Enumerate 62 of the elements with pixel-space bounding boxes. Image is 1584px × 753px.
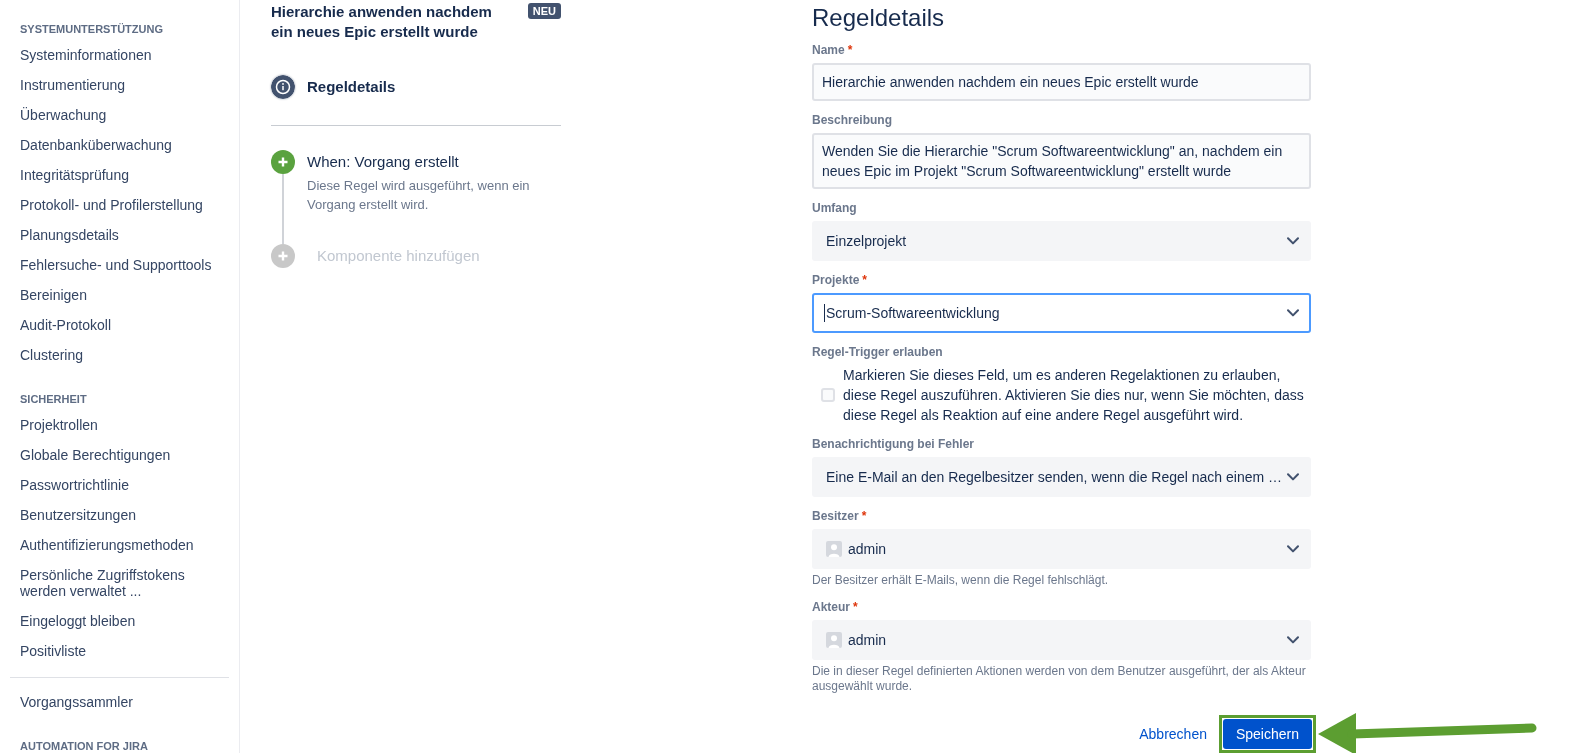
- sidebar-item[interactable]: Fehlersuche- und Supporttools: [0, 250, 239, 280]
- checkbox[interactable]: [821, 388, 835, 402]
- sidebar-item[interactable]: Clustering: [0, 340, 239, 370]
- sidebar-item[interactable]: Überwachung: [0, 100, 239, 130]
- sidebar-item[interactable]: Vorgangssammler: [0, 687, 239, 717]
- description-field[interactable]: Wenden Sie die Hierarchie "Scrum Softwareentwicklung" an, nachdem ein neues Epic im Projekt "Scrum Softwareentwicklung" erstellt wurde: [812, 133, 1311, 189]
- sidebar-item[interactable]: Datenbanküberwachung: [0, 130, 239, 160]
- section-heading: SICHERHEIT: [19, 392, 88, 406]
- sidebar-item[interactable]: Projektrollen: [0, 410, 239, 440]
- section-heading: SYSTEMUNTERSTÜTZUNG: [19, 22, 164, 36]
- help-text: Der Besitzer erhält E-Mails, wenn die Regel fehlschlägt.: [812, 573, 1110, 588]
- sidebar-item[interactable]: Benutzersitzungen: [0, 500, 239, 530]
- user-select-field[interactable]: admin: [812, 529, 1311, 569]
- sidebar-item[interactable]: Positivliste: [0, 636, 239, 666]
- chevron-icon: [1287, 473, 1299, 481]
- sidebar-item[interactable]: Authentifizierungsmethoden: [0, 530, 239, 560]
- field-label: Regel-Trigger erlauben: [812, 344, 943, 360]
- field-label: Beschreibung: [812, 112, 892, 128]
- field-label: Projekte *: [812, 272, 868, 288]
- field-label: Akteur *: [812, 599, 858, 615]
- sidebar-item[interactable]: Globale Berechtigungen: [0, 440, 239, 470]
- select-field[interactable]: Einzelprojekt: [812, 221, 1311, 261]
- sidebar-item[interactable]: Protokoll- und Profilerstellung: [0, 190, 239, 220]
- step-description: Diese Regel wird ausgeführt, wenn ein Vorgang erstellt wird.: [307, 177, 531, 214]
- sidebar-item[interactable]: Planungsdetails: [0, 220, 239, 250]
- sidebar-item[interactable]: Instrumentierung: [0, 70, 239, 100]
- trigger-step[interactable]: When: Vorgang erstellt: [307, 150, 459, 174]
- new-badge: NEU: [527, 3, 561, 19]
- chevron-icon: [1287, 309, 1299, 317]
- chevron-icon: [1287, 237, 1299, 245]
- save-button[interactable]: Speichern: [1222, 719, 1312, 749]
- checkbox-description: Markieren Sie dieses Feld, um es anderen Regelaktionen zu erlauben, diese Regel auszuführen. Aktivieren Sie dies nur, wenn Sie möchten, dass diese Regel als Reaktion auf eine andere Regel ausgeführt wird.: [843, 366, 1305, 425]
- sidebar-item[interactable]: Eingeloggt bleiben: [0, 606, 239, 636]
- section-heading: AUTOMATION FOR JIRA: [19, 739, 149, 753]
- sidebar-item[interactable]: Persönliche Zugriffstokens werden verwaltet ...: [0, 560, 239, 606]
- field-label: Name *: [812, 42, 853, 58]
- rule-details-step[interactable]: Regeldetails: [307, 75, 396, 99]
- connector-line: [282, 174, 284, 244]
- text-cursor-icon: [824, 304, 825, 322]
- info-icon: [271, 75, 295, 99]
- sidebar-item[interactable]: Systeminformationen: [0, 40, 239, 70]
- sidebar-item[interactable]: Bereinigen: [0, 280, 239, 310]
- sidebar-item[interactable]: Passwortrichtlinie: [0, 470, 239, 500]
- chevron-icon: [1287, 545, 1299, 553]
- select-field[interactable]: Scrum-Softwareentwicklung: [812, 293, 1311, 333]
- field-label: Benachrichtigung bei Fehler: [812, 436, 975, 452]
- rule-title: Hierarchie anwenden nachdem ein neues Epic erstellt wurde: [271, 2, 493, 42]
- field-label: Umfang: [812, 200, 857, 216]
- chevron-icon: [1287, 636, 1299, 644]
- field-label: Besitzer *: [812, 508, 867, 524]
- avatar-icon: [826, 632, 842, 648]
- form-title: Regeldetails: [812, 4, 945, 32]
- plus-icon: [271, 244, 295, 268]
- select-field[interactable]: Eine E-Mail an den Regelbesitzer senden, wenn die Regel nach einem …: [812, 457, 1311, 497]
- sidebar-item[interactable]: Audit-Protokoll: [0, 310, 239, 340]
- cancel-link[interactable]: Abbrechen: [1139, 725, 1207, 743]
- avatar-icon: [826, 541, 842, 557]
- sidebar-item[interactable]: Integritätsprüfung: [0, 160, 239, 190]
- plus-icon: [271, 150, 295, 174]
- user-select-field[interactable]: admin: [812, 620, 1311, 660]
- help-text: Die in dieser Regel definierten Aktionen werden von dem Benutzer ausgeführt, der als Akteur ausgewählt wurde.: [812, 664, 1307, 694]
- name-field[interactable]: Hierarchie anwenden nachdem ein neues Epic erstellt wurde: [812, 63, 1311, 101]
